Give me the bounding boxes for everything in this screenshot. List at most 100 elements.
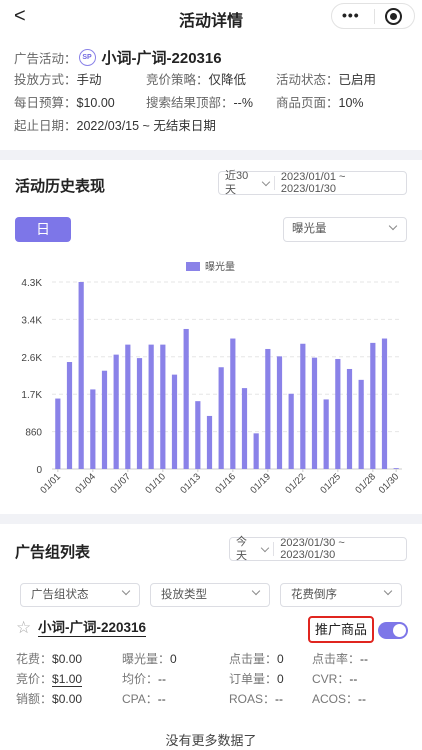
x-tick-label: 01/22 [283, 471, 308, 496]
stat-sales: 销额：$0.00 [16, 692, 83, 706]
x-tick-label: 01/01 [38, 471, 63, 496]
chevron-down-icon [261, 177, 271, 186]
bar [335, 358, 341, 469]
stat-impressions: 曝光量：0 [122, 652, 177, 666]
history-section-title: 活动历史表现 [15, 178, 106, 195]
ad-group-name[interactable]: 小词-广词-220316 [38, 620, 147, 637]
filter-ad-group-status[interactable]: 广告组状态 [20, 583, 140, 607]
bar [78, 282, 84, 469]
mini-program-capsule: ••• [331, 3, 415, 29]
bar [346, 368, 353, 469]
nav-bar: < 活动详情 ••• [0, 0, 422, 34]
y-tick-label: 0 [36, 465, 42, 476]
x-tick-label: 01/07 [108, 471, 133, 496]
y-tick-label: 3.4K [21, 315, 42, 326]
field-status: 活动状态：已启用 [276, 73, 377, 87]
stat-cvr: CVR：-- [312, 672, 358, 686]
campaign-label: 广告活动： [14, 51, 77, 66]
bar [171, 374, 178, 469]
ad-group-range-preset[interactable]: 今天 [230, 536, 275, 562]
x-tick-label: 01/30 [377, 471, 402, 496]
bar [66, 362, 73, 469]
bar [381, 338, 388, 469]
y-tick-label: 1.7K [21, 390, 42, 401]
bar [136, 358, 143, 469]
star-icon[interactable]: ☆ [16, 618, 31, 638]
chevron-down-icon [251, 586, 261, 596]
bar [393, 468, 399, 469]
bar [206, 415, 213, 469]
impressions-chart: 曝光量 0 860 1.7K 2.6K 3.4K 4.3K 01/01 01/04 01/07 01… [21, 260, 402, 496]
field-daily-budget: 每日预算：$10.00 [14, 96, 115, 110]
more-dots-icon[interactable]: ••• [342, 7, 360, 23]
history-date-range[interactable]: 近30天 2023/01/01 ~ 2023/01/30 [218, 170, 407, 196]
target-icon[interactable] [385, 8, 402, 25]
bar [230, 338, 236, 469]
campaign-name: 小词-广词-220316 [101, 49, 222, 67]
bar [265, 348, 271, 469]
field-top-of-search: 搜索结果顶部：--% [146, 96, 253, 110]
bar [276, 356, 283, 469]
stat-acos: ACOS：-- [312, 692, 367, 706]
bar [253, 433, 259, 469]
filter-sort-spend[interactable]: 花费倒序 [280, 583, 402, 607]
history-range-preset[interactable]: 近30天 [219, 170, 275, 196]
sp-badge: SP [78, 48, 96, 66]
bar [148, 344, 154, 469]
capsule-divider [374, 9, 375, 24]
bar [125, 344, 131, 469]
bar [90, 389, 96, 469]
stat-roas: ROAS：-- [229, 692, 284, 706]
stat-spend: 花费：$0.00 [16, 652, 83, 666]
bar [183, 328, 189, 469]
x-tick-label: 01/04 [73, 471, 98, 496]
bar [101, 370, 108, 469]
history-range-dates[interactable]: 2023/01/01 ~ 2023/01/30 [275, 171, 406, 195]
field-product-page: 商品页面：10% [276, 96, 364, 110]
bar [288, 393, 294, 469]
section-divider [0, 150, 422, 160]
x-tick-label: 01/10 [143, 471, 168, 496]
bar [358, 379, 364, 469]
promote-products-button[interactable]: 推广商品 [308, 616, 374, 643]
filter-targeting-type[interactable]: 投放类型 [150, 583, 270, 607]
legend-swatch [186, 262, 200, 271]
stat-orders: 订单量：0 [229, 672, 284, 686]
bar [300, 343, 306, 469]
bar [195, 401, 201, 469]
ad-group-range-dates[interactable]: 2023/01/30 ~ 2023/01/30 [274, 537, 406, 561]
chevron-down-icon [383, 586, 393, 596]
y-tick-label: 4.3K [21, 278, 42, 289]
bar [311, 357, 318, 469]
bar [370, 342, 376, 469]
stat-ctr: 点击率：-- [312, 652, 369, 666]
bid-value[interactable]: $1.00 [52, 672, 83, 687]
bar [55, 398, 61, 469]
x-tick-label: 01/28 [353, 471, 378, 496]
bar [113, 354, 119, 469]
field-bid-strategy: 竞价策略：仅降低 [146, 73, 247, 87]
chevron-down-icon [261, 543, 270, 552]
field-targeting: 投放方式：手动 [14, 73, 102, 87]
x-tick-label: 01/16 [213, 471, 238, 496]
field-date-range: 起止日期：2022/03/15 ~ 无结束日期 [14, 119, 216, 133]
legend-label: 曝光量 [205, 260, 235, 273]
chevron-down-icon [121, 586, 131, 596]
stat-bid: 竞价：$1.00 [16, 672, 83, 687]
day-granularity-button[interactable]: 日 [15, 217, 71, 242]
bar [241, 388, 248, 469]
stat-cpa: CPA：-- [122, 692, 166, 706]
y-tick-label: 2.6K [21, 353, 42, 364]
chevron-down-icon [388, 221, 398, 231]
metric-select[interactable]: 曝光量 [283, 217, 407, 242]
ad-group-section-title: 广告组列表 [15, 544, 91, 561]
ad-group-date-range[interactable]: 今天 2023/01/30 ~ 2023/01/30 [229, 536, 407, 562]
bar [160, 344, 166, 469]
no-more-data-text: 没有更多数据了 [165, 733, 257, 748]
section-divider [0, 514, 422, 524]
ad-group-toggle[interactable] [378, 622, 408, 639]
x-tick-label: 01/25 [318, 471, 343, 496]
bar [323, 399, 329, 469]
stat-avg-price: 均价：-- [122, 672, 167, 686]
stat-clicks: 点击量：0 [229, 652, 284, 666]
